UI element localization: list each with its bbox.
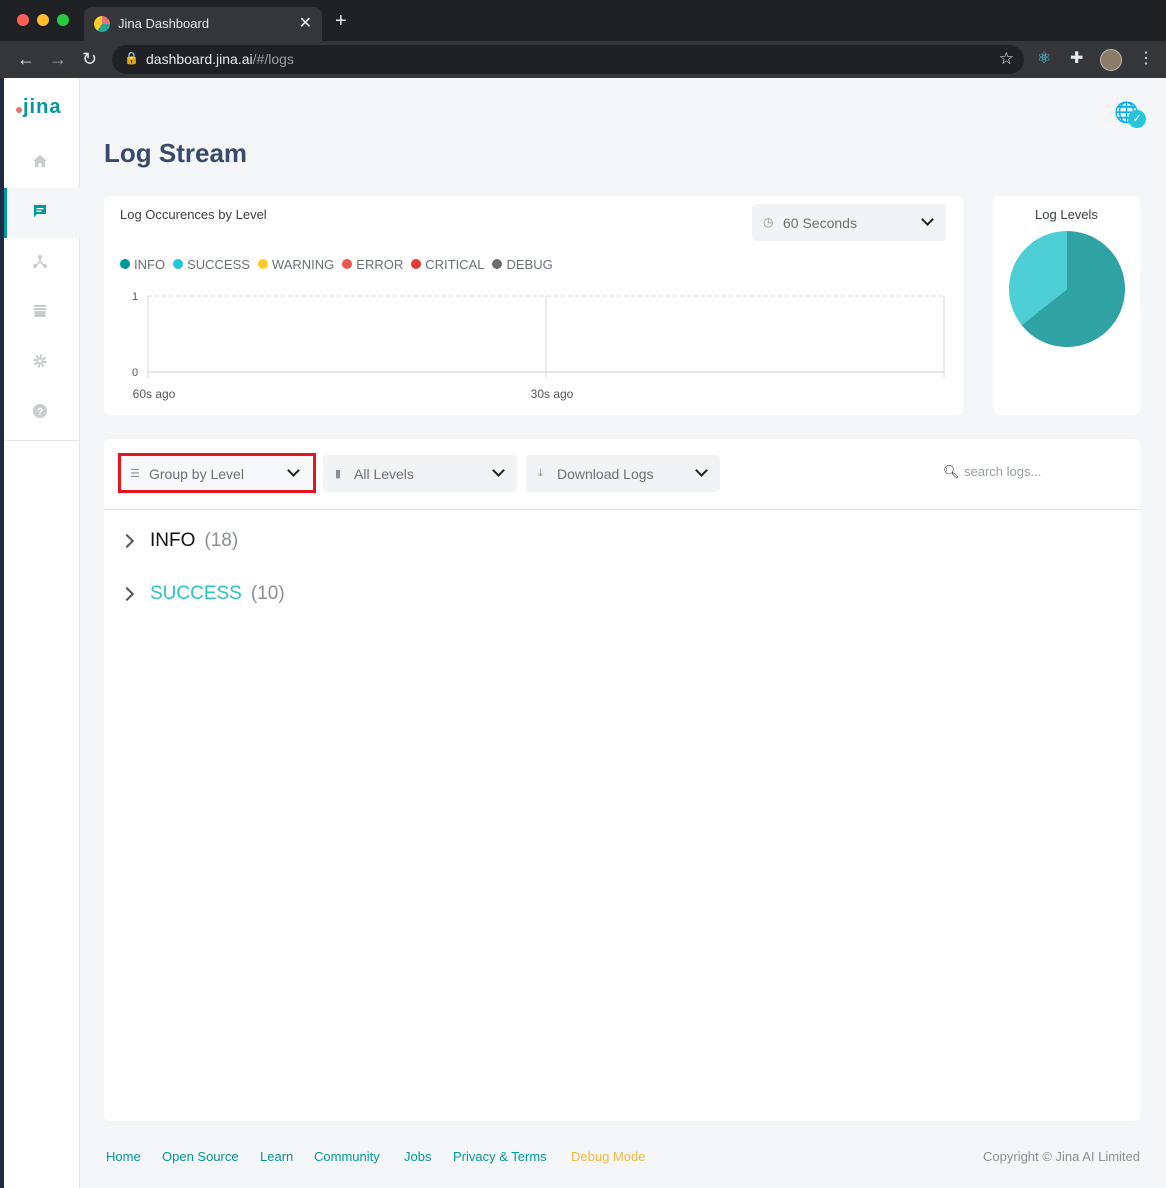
download-logs-select[interactable]: ⤓ Download Logs [526,455,720,492]
download-logs-label: Download Logs [557,466,654,482]
log-levels-pie [1009,231,1125,347]
x-tick-label: 30s ago [531,387,574,401]
forward-arrow-icon[interactable]: → [49,49,67,69]
search-icon: 🔍︎ [943,464,960,479]
logs-toolbar: ☰ Group by Level ▮ All Levels ⤓ Download… [104,439,1140,510]
store-icon [33,305,47,317]
chat-icon [34,205,46,217]
sidebar-item-settings[interactable] [4,338,80,388]
new-tab-icon[interactable]: + [335,11,347,31]
extensions-puzzle-icon[interactable]: ✚ [1070,49,1083,69]
help-icon: ? [33,404,47,418]
home-icon [33,155,47,167]
x-tick-label: 60s ago [133,387,176,401]
footer-link-community[interactable]: Community [314,1149,380,1164]
gear-icon [33,354,47,368]
copyright: Copyright © Jina AI Limited [983,1149,1140,1164]
page-title: Log Stream [104,138,248,168]
sidebar-item-logs[interactable] [4,188,80,238]
jina-favicon-icon [94,16,110,32]
level-filter-select[interactable]: ▮ All Levels [323,455,517,492]
group-name: SUCCESS [150,583,242,604]
bookmark-star-icon[interactable]: ☆ [999,49,1014,69]
svg-text:?: ? [37,407,43,418]
browser-menu-icon[interactable]: ⋮ [1138,48,1154,68]
close-window-button[interactable] [17,14,29,26]
y-tick-label: 1 [132,291,138,303]
sidebar-item-flow[interactable] [4,238,80,288]
sidebar-divider [4,440,80,441]
footer-link-home[interactable]: Home [106,1149,141,1164]
search-input[interactable] [964,460,1124,482]
footer: Home Open Source Learn Community Jobs Pr… [106,1149,1140,1169]
group-count: (10) [250,583,285,604]
address-bar[interactable]: 🔒 dashboard.jina.ai/#/logs ☆ [112,45,1024,74]
footer-link-debug-mode[interactable]: Debug Mode [571,1149,645,1164]
footer-link-jobs[interactable]: Jobs [404,1149,431,1164]
flow-icon [33,254,47,268]
app-viewport: jina ? 🌐 ✓ Log Stream Log Occurences by … [4,78,1166,1188]
browser-chrome: Jina Dashboard ✕ + ← → ↻ 🔒 dashboard.jin… [0,0,1166,78]
y-tick-label: 0 [132,367,138,379]
close-tab-icon[interactable]: ✕ [299,13,312,33]
group-row-info[interactable]: INFO (18) [119,526,239,556]
group-count: (18) [204,530,239,551]
pie-title: Log Levels [1035,207,1098,222]
tab-title: Jina Dashboard [118,16,210,31]
connected-check-icon: ✓ [1128,110,1146,128]
chevron-right-icon [119,586,135,602]
footer-link-open-source[interactable]: Open Source [162,1149,239,1164]
footer-link-learn[interactable]: Learn [260,1149,293,1164]
sidebar-item-help[interactable]: ? [4,388,80,438]
chevron-down-icon [695,464,708,477]
url-text: dashboard.jina.ai/#/logs [146,51,294,67]
log-levels-card: Log Levels [993,196,1140,415]
sidebar-item-home[interactable] [4,138,80,188]
reload-icon[interactable]: ↻ [82,49,97,69]
minimize-window-button[interactable] [37,14,49,26]
chevron-right-icon [119,533,135,549]
browser-tab[interactable]: Jina Dashboard ✕ [84,7,322,41]
back-arrow-icon[interactable]: ← [17,49,35,69]
lock-icon: 🔒 [124,51,139,65]
title-bar: Jina Dashboard ✕ + [0,0,1166,41]
browser-toolbar: ← → ↻ 🔒 dashboard.jina.ai/#/logs ☆ ⚛ ✚ ⋮ [0,41,1166,78]
bar-chart-icon: ▮ [335,468,342,480]
chevron-down-icon [492,464,505,477]
sidebar: jina ? [4,78,80,1188]
group-row-success[interactable]: SUCCESS (10) [119,579,285,609]
log-occurrences-card: Log Occurences by Level ◷ 60 Seconds INF… [104,196,963,415]
logs-card: ☰ Group by Level ▮ All Levels ⤓ Download… [104,439,1140,1121]
download-icon: ⤓ [538,467,543,479]
jina-logo[interactable]: jina [16,96,61,119]
maximize-window-button[interactable] [57,14,69,26]
react-devtools-icon[interactable]: ⚛ [1037,49,1051,69]
level-filter-value: All Levels [354,466,414,482]
profile-avatar[interactable] [1100,49,1122,71]
footer-link-privacy-terms[interactable]: Privacy & Terms [453,1149,547,1164]
highlight-box [118,453,316,493]
log-occurrences-chart: 0 1 60s ago 30s ago [132,291,945,401]
group-name: INFO [150,530,196,551]
sidebar-item-hub[interactable] [4,288,80,338]
